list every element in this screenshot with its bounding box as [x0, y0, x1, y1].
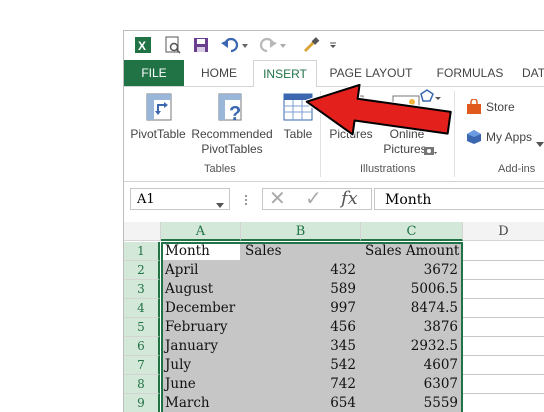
cell-d2[interactable]	[463, 261, 544, 280]
group-label-illustrations: Illustrations	[360, 163, 416, 175]
print-preview-icon[interactable]	[162, 34, 184, 56]
insert-function-icon[interactable]: fx	[341, 189, 358, 209]
tab-file[interactable]: FILE	[124, 60, 184, 86]
cell-b7[interactable]: 542	[241, 356, 361, 375]
cell-a7[interactable]: July	[161, 356, 241, 375]
name-box-dropdown-icon[interactable]	[216, 196, 224, 214]
tab-page-layout[interactable]: PAGE LAYOUT	[324, 60, 418, 86]
cell-d7[interactable]	[463, 356, 544, 375]
group-label-addins: Add-ins	[498, 163, 536, 175]
row-header[interactable]: 5	[124, 318, 160, 337]
redo-icon[interactable]	[258, 34, 288, 56]
formula-bar-grip-icon	[244, 192, 248, 208]
cell-c7[interactable]: 4607	[361, 356, 463, 375]
pivottable-button[interactable]: PivotTable	[128, 87, 188, 163]
row-header[interactable]: 9	[124, 394, 160, 412]
cell-b9[interactable]: 654	[241, 394, 361, 412]
cell-a8[interactable]: June	[161, 375, 241, 394]
cell-c3[interactable]: 5006.5	[361, 280, 463, 299]
row-header[interactable]: 6	[124, 337, 160, 356]
cell-b3[interactable]: 589	[241, 280, 361, 299]
pivottable-label: PivotTable	[130, 127, 186, 141]
cancel-icon[interactable]: ✕	[269, 189, 286, 209]
column-header-b[interactable]: B	[241, 222, 361, 241]
cell-b1[interactable]: Sales	[241, 242, 361, 261]
row-header[interactable]: 8	[124, 375, 160, 394]
cell-d6[interactable]	[463, 337, 544, 356]
formula-bar: A1 ✕ ✓ fx Month	[124, 184, 544, 216]
cell-a3[interactable]: August	[161, 280, 241, 299]
cell-c1[interactable]: Sales Amount	[361, 242, 463, 261]
svg-text:?: ?	[229, 103, 241, 123]
cell-a6[interactable]: January	[161, 337, 241, 356]
name-box[interactable]: A1	[130, 188, 230, 210]
row-header[interactable]: 7	[124, 356, 160, 375]
cell-a5[interactable]: February	[161, 318, 241, 337]
cell-a4[interactable]: December	[161, 299, 241, 318]
column-header-d[interactable]: D	[463, 222, 544, 241]
cell-d5[interactable]	[463, 318, 544, 337]
row-header[interactable]: 1	[124, 242, 160, 261]
cell-d3[interactable]	[463, 280, 544, 299]
red-arrow-annotation	[304, 84, 453, 137]
select-all-corner[interactable]	[124, 222, 161, 241]
cell-c5[interactable]: 3876	[361, 318, 463, 337]
cell-a2[interactable]: April	[161, 261, 241, 280]
cell-c2[interactable]: 3672	[361, 261, 463, 280]
cell-c6[interactable]: 2932.5	[361, 337, 463, 356]
cell-c9[interactable]: 5559	[361, 394, 463, 412]
cell-d9[interactable]	[463, 394, 544, 412]
tab-data[interactable]: DAT	[522, 60, 544, 86]
save-icon[interactable]	[190, 34, 212, 56]
formula-buttons: ✕ ✓ fx	[262, 188, 372, 210]
formula-input[interactable]: Month	[374, 188, 544, 210]
recommended-label-2: PivotTables	[201, 142, 263, 156]
row-header[interactable]: 3	[124, 280, 160, 299]
column-header-c[interactable]: C	[361, 222, 463, 241]
spreadsheet-grid: A B C D 1 Month Sales Sales Amount 2 April 432…	[124, 222, 544, 412]
recommended-label-1: Recommended	[191, 127, 273, 141]
quick-access-toolbar: X	[124, 31, 544, 59]
tab-home[interactable]: HOME	[188, 60, 250, 86]
cell-b2[interactable]: 432	[241, 261, 361, 280]
recommended-pivottables-icon: ?	[218, 93, 246, 128]
excel-logo-icon: X	[132, 34, 154, 56]
format-painter-icon[interactable]	[300, 34, 322, 56]
cell-d1[interactable]	[463, 242, 544, 261]
cell-c4[interactable]: 8474.5	[361, 299, 463, 318]
svg-text:X: X	[138, 39, 146, 53]
ribbon-tabs: FILE HOME INSERT PAGE LAYOUT FORMULAS DA…	[124, 60, 544, 88]
group-label-tables: Tables	[204, 163, 236, 175]
customize-qat-icon[interactable]	[326, 34, 340, 56]
recommended-pivottables-button[interactable]: ? Recommended PivotTables	[190, 87, 274, 163]
tab-formulas[interactable]: FORMULAS	[428, 60, 512, 86]
row-header[interactable]: 4	[124, 299, 160, 318]
cell-b4[interactable]: 997	[241, 299, 361, 318]
cell-d4[interactable]	[463, 299, 544, 318]
pivottable-icon	[146, 93, 172, 126]
cell-a9[interactable]: March	[161, 394, 241, 412]
column-header-a[interactable]: A	[161, 222, 241, 241]
row-header[interactable]: 2	[124, 261, 160, 280]
cell-b6[interactable]: 345	[241, 337, 361, 356]
cell-c8[interactable]: 6307	[361, 375, 463, 394]
enter-icon[interactable]: ✓	[305, 189, 322, 209]
cell-d8[interactable]	[463, 375, 544, 394]
undo-icon[interactable]	[220, 34, 250, 56]
cell-a1[interactable]: Month	[161, 242, 241, 261]
cell-b8[interactable]: 742	[241, 375, 361, 394]
cell-b5[interactable]: 456	[241, 318, 361, 337]
